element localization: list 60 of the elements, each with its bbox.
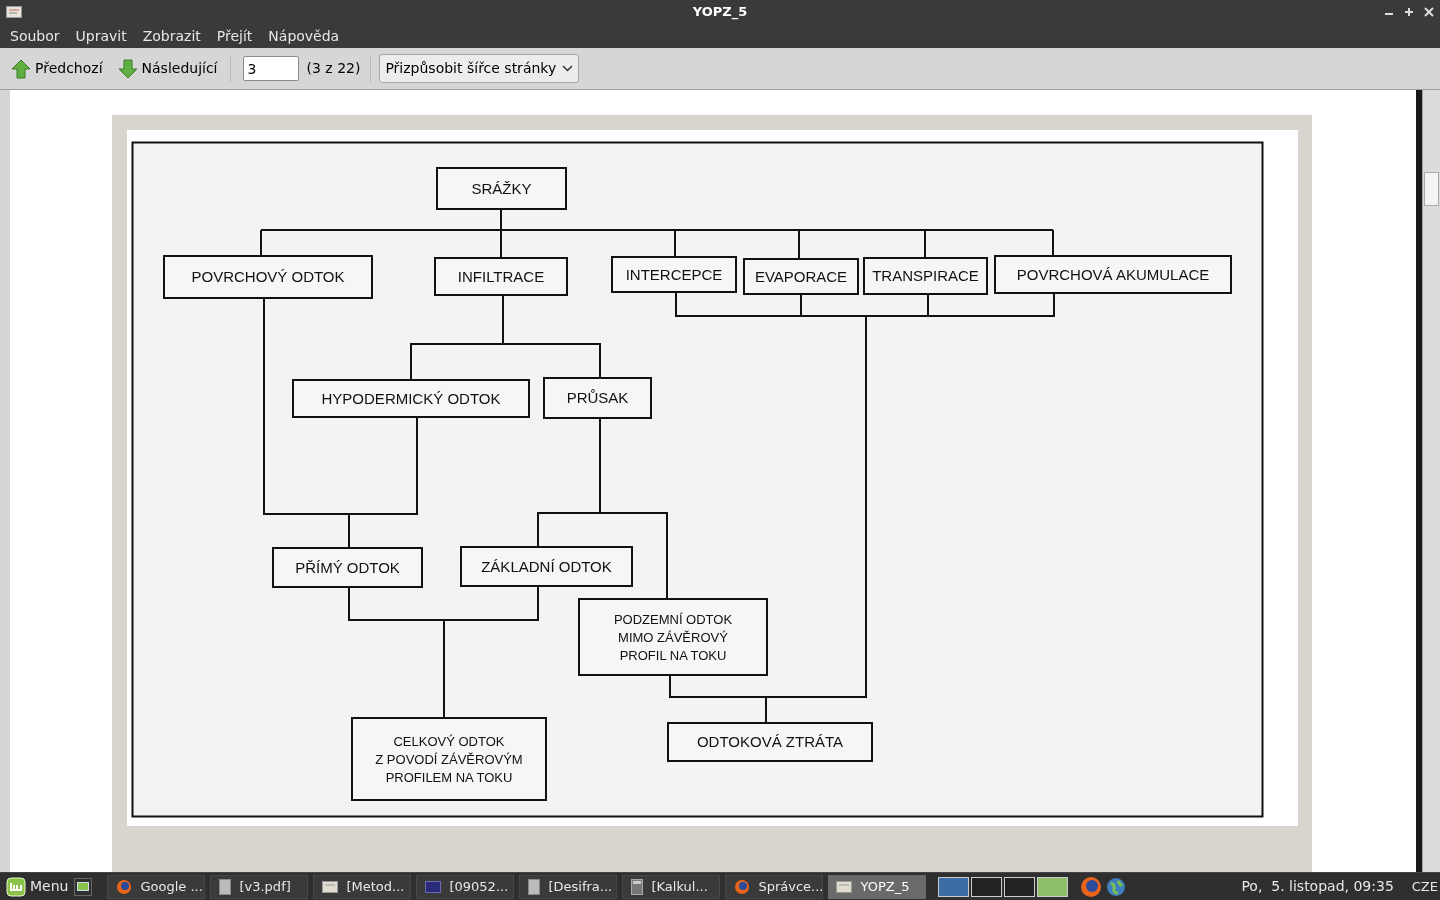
taskbar-button[interactable]: Správce... <box>725 874 824 899</box>
flowchart-label: SRÁŽKY <box>471 179 532 197</box>
page-count: (3 z 22) <box>306 59 361 78</box>
workspace-thumbnail[interactable] <box>1037 876 1069 897</box>
globe-fox-icon <box>116 878 133 895</box>
menu-item[interactable]: Zobrazit <box>134 25 209 47</box>
maximize-icon[interactable] <box>1404 7 1414 17</box>
workspace-thumbnail[interactable] <box>1004 876 1036 897</box>
scrollbar-thumb[interactable] <box>1424 172 1439 206</box>
taskbar-button[interactable]: [09052... <box>416 874 515 899</box>
image-viewer-icon <box>322 880 339 893</box>
taskbar-button[interactable]: YOPZ_5 <box>828 874 927 899</box>
scrollbar[interactable] <box>1422 90 1440 872</box>
flowchart-label: PŘÍMÝ ODTOK <box>295 558 400 576</box>
flowchart-label: INTERCEPCE <box>625 265 723 283</box>
flowchart-label: POVRCHOVÁ AKUMULACE <box>1016 265 1210 283</box>
taskbar-button[interactable]: [Desifra... <box>519 874 618 899</box>
menu-item[interactable]: Upravit <box>67 25 135 47</box>
flowchart-label: EVAPORACE <box>754 267 848 285</box>
taskbar-button[interactable]: [v3.pdf] <box>210 874 309 899</box>
close-icon[interactable] <box>1424 7 1434 17</box>
app-icon <box>6 6 22 18</box>
flowchart-label: POVRCHOVÝ ODTOK <box>191 268 345 285</box>
show-desktop-icon[interactable] <box>74 877 93 896</box>
taskbar-button[interactable]: [Kalkul... <box>622 874 721 899</box>
menu-item[interactable]: Nápověda <box>260 25 348 47</box>
taskbar-button[interactable]: [Metod... <box>313 874 412 899</box>
next-button[interactable]: Následující <box>117 53 218 84</box>
flowchart-label: ZÁKLADNÍ ODTOK <box>481 557 612 575</box>
clock[interactable]: Po, 5. listopad, 09:35 <box>1241 876 1394 897</box>
previous-button[interactable]: Předchozí <box>10 53 104 84</box>
menu-item[interactable]: Soubor <box>2 25 68 47</box>
up-arrow-icon <box>11 58 31 79</box>
globe-fox-icon[interactable] <box>1080 875 1103 898</box>
workspace-thumbnail[interactable] <box>971 876 1003 897</box>
flowchart-label: CELKOVÝ ODTOK Z POVODÍ ZÁVĚROVÝM PROFILEM NA TOKU <box>375 734 523 785</box>
flowchart-label: PODZEMNÍ ODTOK MIMO ZÁVĚROVÝ PROFIL NA TOKU <box>613 612 733 663</box>
globe-fox-icon <box>734 878 751 895</box>
window-title: YOPZ_5 <box>692 3 748 22</box>
flowchart-label: HYPODERMICKÝ ODTOK <box>321 389 501 407</box>
menu-button[interactable]: Menu <box>6 874 69 899</box>
chevron-down-icon <box>562 65 574 72</box>
globe-icon[interactable] <box>1106 876 1127 897</box>
image-viewer-icon <box>836 880 853 893</box>
document-icon <box>528 878 541 895</box>
flowchart-label: TRANSPIRACE <box>872 267 979 284</box>
window-icon <box>425 880 442 893</box>
taskbar-button[interactable]: Google ... <box>107 874 206 899</box>
flowchart-label: ODTOKOVÁ ZTRÁTA <box>696 733 844 750</box>
menu-item[interactable]: Přejít <box>208 25 261 47</box>
calculator-icon <box>631 878 644 895</box>
workspace-thumbnail[interactable] <box>938 876 970 897</box>
page-number-field[interactable]: 3 <box>242 56 299 81</box>
logo-icon <box>6 876 26 897</box>
flowchart-label: INFILTRACE <box>457 267 545 285</box>
down-arrow-icon <box>117 58 138 79</box>
zoom-dropdown[interactable]: Přizpůsobit šířce stránky <box>379 54 580 83</box>
keyboard-layout[interactable]: CZE <box>1411 876 1438 897</box>
flowchart-label: PRŮSAK <box>566 389 629 406</box>
document-icon <box>219 878 232 895</box>
